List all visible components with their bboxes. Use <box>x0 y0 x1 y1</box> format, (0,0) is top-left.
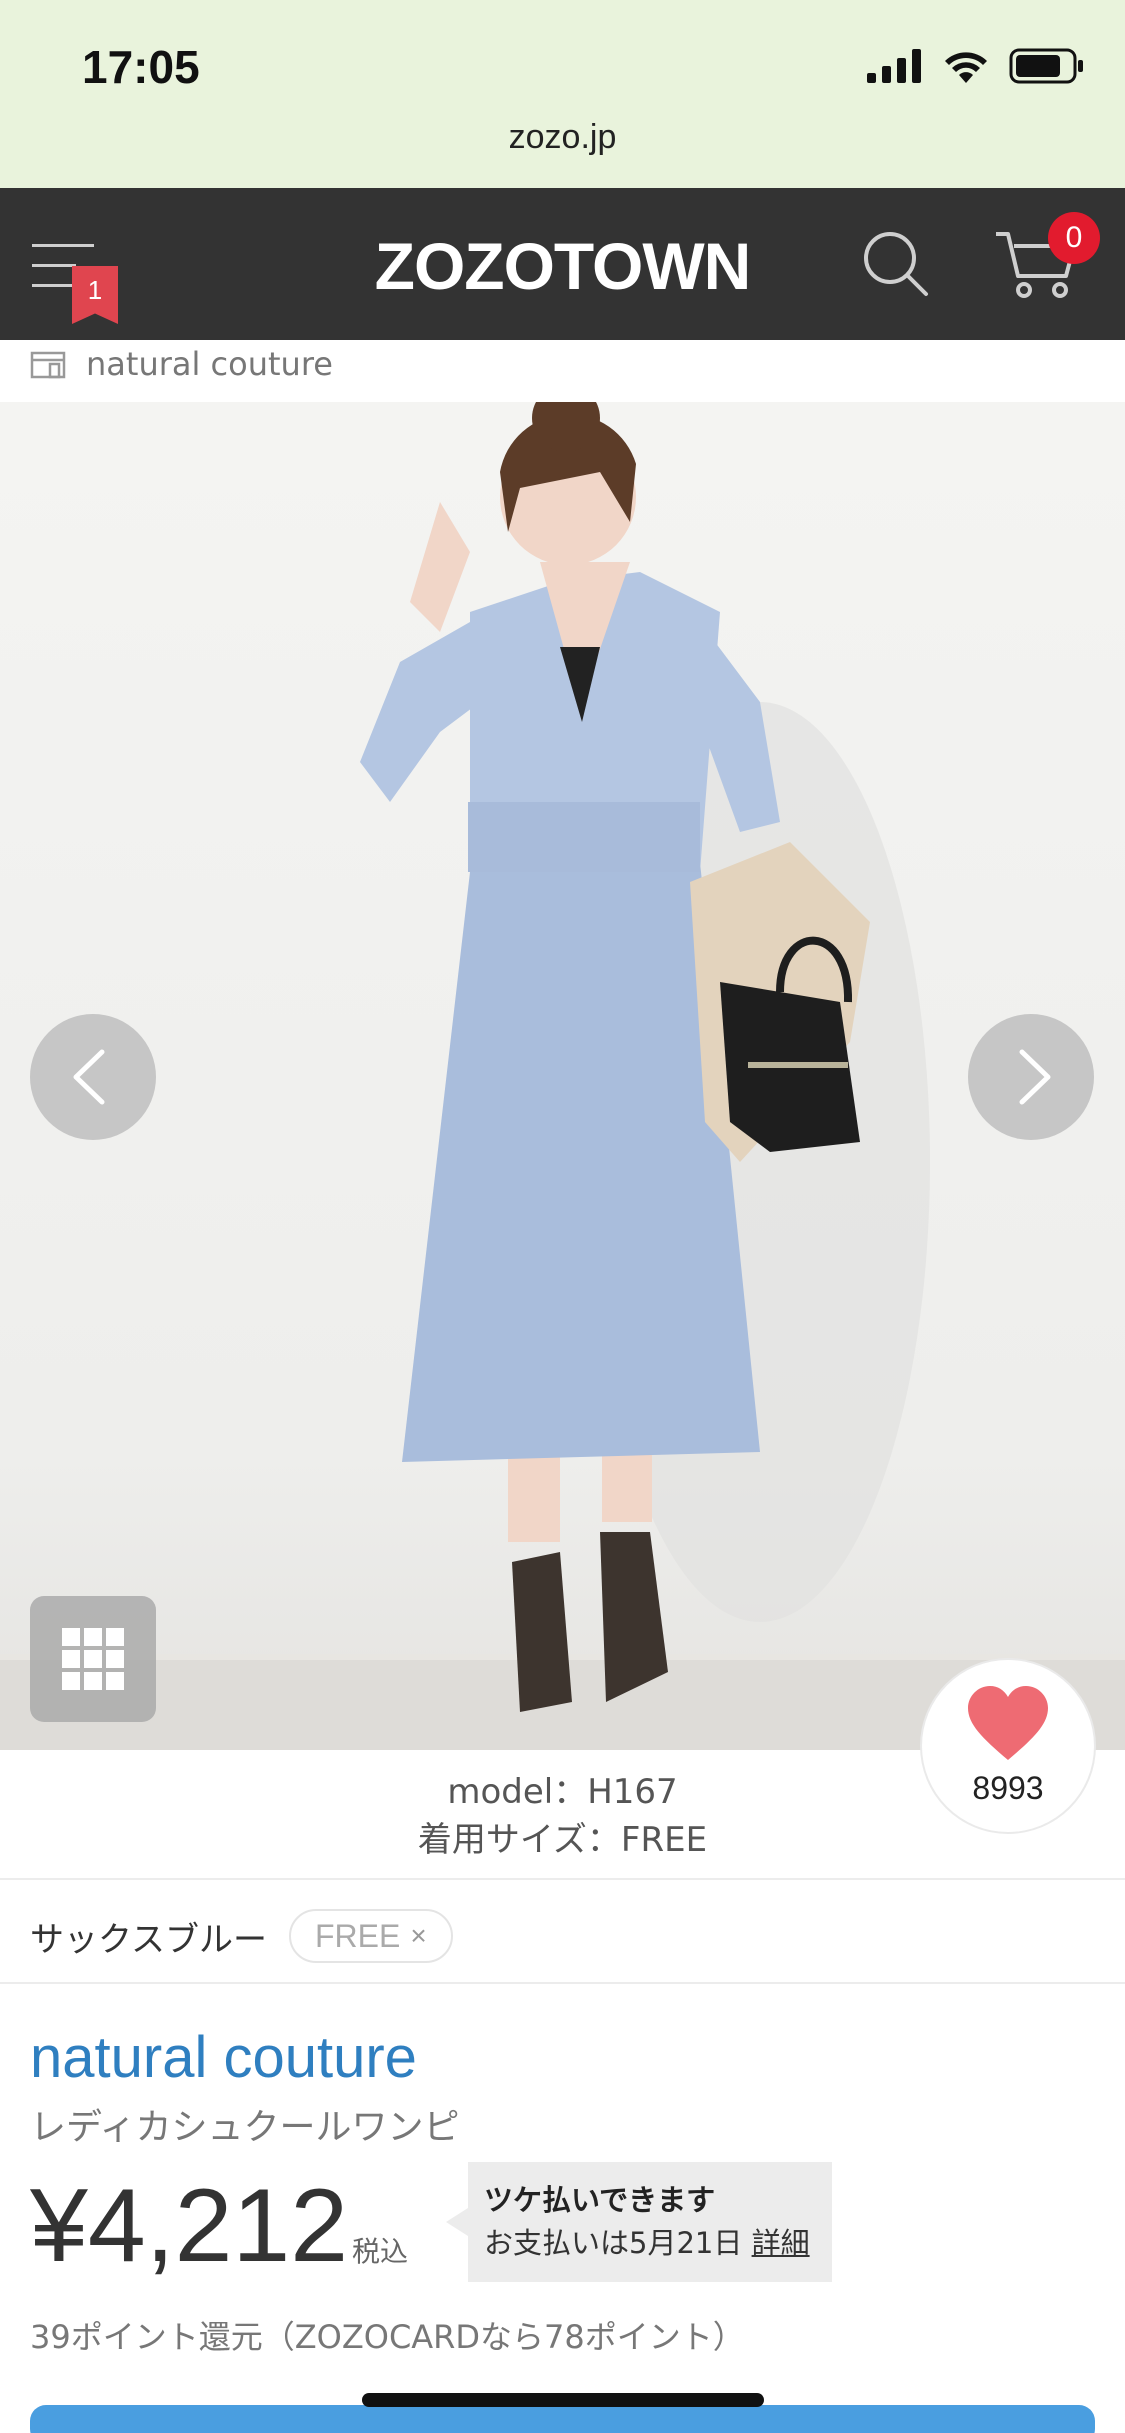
next-image-button[interactable] <box>968 1014 1094 1140</box>
remove-size-icon[interactable]: × <box>410 1920 426 1952</box>
search-icon <box>864 232 928 296</box>
site-header: 1 ZOZOTOWN 0 <box>0 188 1125 340</box>
model-height: model：H167 <box>447 1772 678 1812</box>
prev-image-button[interactable] <box>30 1014 156 1140</box>
payment-date: お支払いは5月21日 <box>484 2226 743 2260</box>
cart-count-badge: 0 <box>1048 212 1100 264</box>
size-label: FREE <box>314 1917 401 1954</box>
add-to-cart-bar[interactable] <box>30 2405 1095 2433</box>
signal-icon <box>867 49 921 83</box>
heart-icon <box>968 1686 1048 1760</box>
payment-detail: お支払いは5月21日 詳細 <box>484 2220 816 2266</box>
wifi-icon <box>945 52 987 83</box>
status-bar: 17:05 zozo.jp <box>0 0 1125 188</box>
size-chip[interactable]: FREE × <box>288 1909 453 1963</box>
model-info: model：H167 着用サイズ：FREE <box>0 1768 1125 1864</box>
variant-row: サックスブルー FREE × <box>30 1908 453 1964</box>
shop-icon <box>30 351 66 379</box>
product-name: レディカシュクールワンピ <box>30 2107 460 2148</box>
deferred-payment-box: ツケ払いできます お支払いは5月21日 詳細 <box>446 2162 832 2282</box>
model-figure <box>360 402 930 1712</box>
product-image[interactable] <box>0 402 1125 1750</box>
divider <box>0 1982 1125 1984</box>
payment-title: ツケ払いできます <box>484 2183 716 2217</box>
status-icons <box>867 46 1085 86</box>
search-button[interactable] <box>862 230 932 300</box>
brand-link[interactable]: natural couture <box>30 2024 417 2091</box>
url-text[interactable]: zozo.jp <box>0 118 1125 157</box>
grid-icon <box>62 1628 124 1690</box>
divider <box>0 1878 1125 1880</box>
home-indicator <box>362 2393 764 2407</box>
zozotown-logo[interactable]: ZOZOTOWN <box>0 228 1125 304</box>
chevron-right-icon <box>1019 1049 1051 1105</box>
variant-color: サックスブルー <box>30 1919 267 1960</box>
price: ¥4,212 <box>30 2168 349 2284</box>
tax-label: 税込 <box>352 2235 409 2268</box>
points-info: 39ポイント還元（ZOZOCARDなら78ポイント） <box>30 2318 745 2356</box>
chevron-left-icon <box>73 1049 105 1105</box>
image-grid-button[interactable] <box>30 1596 156 1722</box>
battery-icon <box>1009 48 1083 84</box>
status-time: 17:05 <box>82 41 200 93</box>
shop-name[interactable]: natural couture <box>86 345 333 383</box>
payment-details-link[interactable]: 詳細 <box>752 2226 810 2260</box>
shop-link[interactable]: natural couture <box>30 344 333 384</box>
model-size: 着用サイズ：FREE <box>417 1820 708 1860</box>
